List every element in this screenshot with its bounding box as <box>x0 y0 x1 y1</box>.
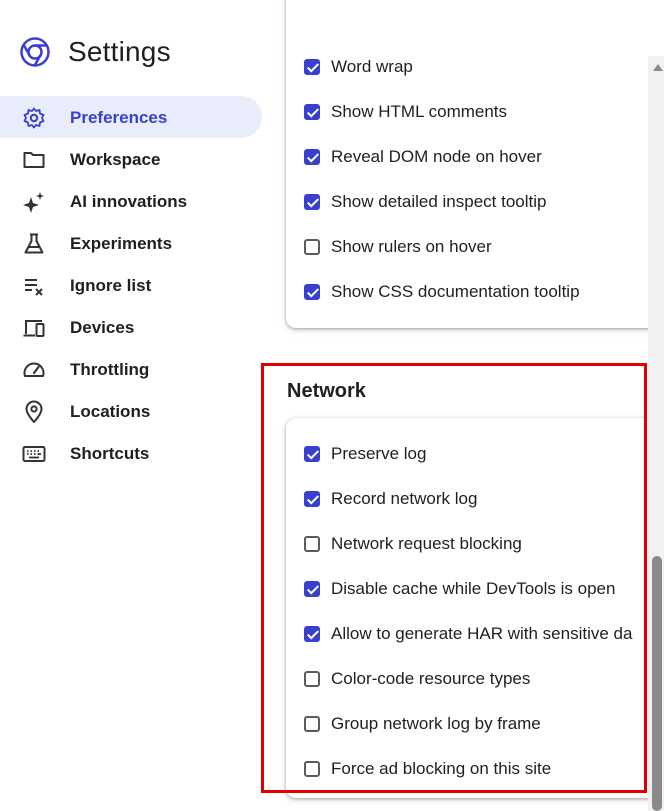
scroll-up-arrow-icon[interactable] <box>653 64 663 71</box>
flask-icon <box>24 233 44 254</box>
sidebar-item-label: Throttling <box>70 360 150 379</box>
sidebar-item-label: Workspace <box>70 150 161 169</box>
setting-label: Force ad blocking on this site <box>331 759 552 778</box>
network-settings-card: Preserve log Record network log Network … <box>286 418 648 798</box>
checkbox[interactable] <box>304 446 320 462</box>
elements-settings-card: Word wrap Show HTML comments Reveal DOM … <box>286 0 648 328</box>
sidebar-item-preferences[interactable]: Preferences <box>0 96 262 138</box>
setting-label: Show detailed inspect tooltip <box>331 192 547 211</box>
checkbox[interactable] <box>304 626 320 642</box>
setting-disable-cache[interactable]: Disable cache while DevTools is open <box>304 575 615 603</box>
sidebar-item-experiments[interactable]: Experiments <box>0 222 262 264</box>
checkbox[interactable] <box>304 536 320 552</box>
scrollbar[interactable] <box>648 56 664 811</box>
checkbox[interactable] <box>304 671 320 687</box>
setting-record-network-log[interactable]: Record network log <box>304 485 477 513</box>
sidebar-item-ignore-list[interactable]: Ignore list <box>0 264 262 306</box>
sidebar-item-label: Experiments <box>70 234 173 253</box>
setting-network-request-blocking[interactable]: Network request blocking <box>304 530 522 558</box>
setting-label: Show CSS documentation tooltip <box>331 282 580 301</box>
setting-label: Allow to generate HAR with sensitive da <box>331 624 633 643</box>
keyboard-icon <box>22 446 46 462</box>
sidebar-item-label: AI innovations <box>70 192 188 211</box>
setting-preserve-log[interactable]: Preserve log <box>304 440 426 468</box>
checkbox[interactable] <box>304 284 320 300</box>
sidebar-item-label: Preferences <box>70 108 168 127</box>
sidebar: Preferences Workspace AI innovations Exp… <box>0 96 262 474</box>
location-pin-icon <box>25 400 43 423</box>
checkbox[interactable] <box>304 149 320 165</box>
setting-label: Show rulers on hover <box>331 237 492 256</box>
settings-content: Word wrap Show HTML comments Reveal DOM … <box>262 0 648 811</box>
checkbox[interactable] <box>304 239 320 255</box>
sidebar-item-throttling[interactable]: Throttling <box>0 348 262 390</box>
setting-reveal-dom-node[interactable]: Reveal DOM node on hover <box>304 143 542 171</box>
setting-label: Preserve log <box>331 444 427 463</box>
setting-label: Reveal DOM node on hover <box>331 147 542 166</box>
setting-label: Word wrap <box>331 57 413 76</box>
devices-icon <box>23 320 45 337</box>
setting-label: Record network log <box>331 489 478 508</box>
checkbox[interactable] <box>304 194 320 210</box>
gear-icon <box>23 107 45 129</box>
folder-icon <box>23 152 45 168</box>
setting-label: Network request blocking <box>331 534 522 553</box>
sidebar-item-label: Shortcuts <box>70 444 150 463</box>
chrome-devtools-logo-icon <box>20 37 50 67</box>
sidebar-item-label: Devices <box>70 318 135 337</box>
sidebar-item-locations[interactable]: Locations <box>0 390 262 432</box>
setting-group-by-frame[interactable]: Group network log by frame <box>304 710 541 738</box>
checkbox[interactable] <box>304 59 320 75</box>
checkbox[interactable] <box>304 716 320 732</box>
setting-force-ad-blocking[interactable]: Force ad blocking on this site <box>304 755 551 783</box>
setting-color-code-resources[interactable]: Color-code resource types <box>304 665 530 693</box>
sidebar-item-label: Ignore list <box>70 276 152 295</box>
sidebar-item-workspace[interactable]: Workspace <box>0 138 262 180</box>
network-section-title: Network <box>287 380 366 402</box>
setting-show-html-comments[interactable]: Show HTML comments <box>304 98 507 126</box>
sparkle-icon <box>23 192 44 213</box>
setting-label: Show HTML comments <box>331 102 508 121</box>
sidebar-item-devices[interactable]: Devices <box>0 306 262 348</box>
setting-label: Group network log by frame <box>331 714 541 733</box>
checkbox[interactable] <box>304 104 320 120</box>
ignore-list-icon <box>25 279 43 296</box>
checkbox[interactable] <box>304 491 320 507</box>
setting-label: Disable cache while DevTools is open <box>331 579 616 598</box>
setting-har-sensitive-data[interactable]: Allow to generate HAR with sensitive da <box>304 620 632 648</box>
checkbox[interactable] <box>304 761 320 777</box>
page-title: Settings <box>68 36 171 67</box>
sidebar-item-shortcuts[interactable]: Shortcuts <box>0 432 262 474</box>
checkbox[interactable] <box>304 581 320 597</box>
setting-css-documentation-tooltip[interactable]: Show CSS documentation tooltip <box>304 278 580 306</box>
setting-show-rulers[interactable]: Show rulers on hover <box>304 233 492 261</box>
setting-label: Color-code resource types <box>331 669 531 688</box>
setting-detailed-inspect-tooltip[interactable]: Show detailed inspect tooltip <box>304 188 546 216</box>
sidebar-item-ai-innovations[interactable]: AI innovations <box>0 180 262 222</box>
scrollbar-thumb[interactable] <box>652 556 662 811</box>
sidebar-item-label: Locations <box>70 402 151 421</box>
setting-word-wrap[interactable]: Word wrap <box>304 53 413 81</box>
speedometer-icon <box>23 362 45 377</box>
